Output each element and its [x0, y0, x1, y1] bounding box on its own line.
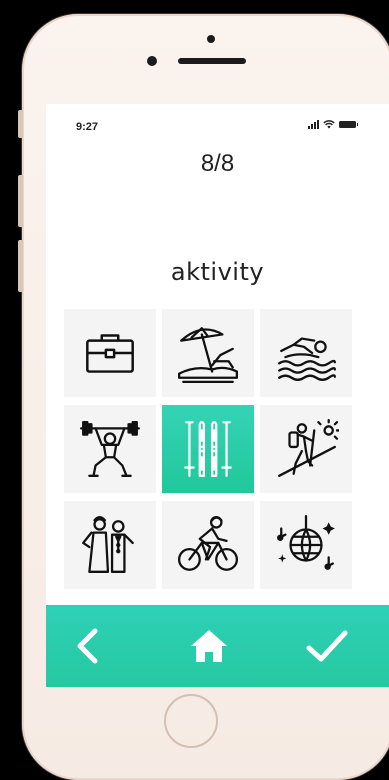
chevron-left-icon: [77, 628, 98, 664]
volume-up-button: [18, 175, 23, 227]
signal-icon: [308, 120, 319, 129]
disco-ball-icon: [277, 514, 335, 570]
activity-tile-hiking[interactable]: [260, 405, 352, 493]
back-button[interactable]: [64, 623, 110, 669]
activity-tile-skiing[interactable]: [162, 405, 254, 493]
activity-grid: [64, 309, 352, 589]
activity-tile-work[interactable]: [64, 309, 156, 397]
question-counter: 8/8: [200, 150, 235, 177]
activity-tile-swimming[interactable]: [260, 309, 352, 397]
swimmer-icon: [278, 337, 337, 381]
front-camera: [207, 35, 215, 43]
activity-tile-wedding[interactable]: [64, 501, 156, 589]
home-icon: [191, 630, 227, 662]
status-icons: [308, 120, 358, 129]
confirm-button[interactable]: [304, 623, 350, 669]
wifi-icon: [323, 120, 335, 129]
proximity-sensor: [147, 56, 157, 66]
beach-umbrella-icon: [177, 327, 239, 384]
earpiece-speaker: [178, 58, 246, 64]
activity-tile-weightlifting[interactable]: [64, 405, 156, 493]
weightlifter-icon: [79, 421, 141, 477]
cyclist-icon: [177, 516, 239, 571]
battery-icon: [339, 121, 358, 128]
home-button[interactable]: [186, 623, 232, 669]
activity-tile-cycling[interactable]: [162, 501, 254, 589]
mute-switch: [18, 110, 23, 138]
app-screen: 9:27 8/8 aktivity: [46, 104, 389, 687]
category-title: aktivity: [170, 258, 265, 286]
briefcase-icon: [86, 334, 134, 373]
checkmark-icon: [306, 630, 348, 662]
hiker-icon: [278, 418, 339, 477]
bottom-navigation: [46, 605, 389, 687]
skis-icon: [184, 421, 232, 477]
status-time: 9:27: [76, 121, 99, 133]
activity-tile-beach[interactable]: [162, 309, 254, 397]
volume-down-button: [18, 240, 23, 292]
physical-home-button[interactable]: [164, 694, 218, 748]
activity-tile-party[interactable]: [260, 501, 352, 589]
wedding-couple-icon: [82, 516, 134, 573]
